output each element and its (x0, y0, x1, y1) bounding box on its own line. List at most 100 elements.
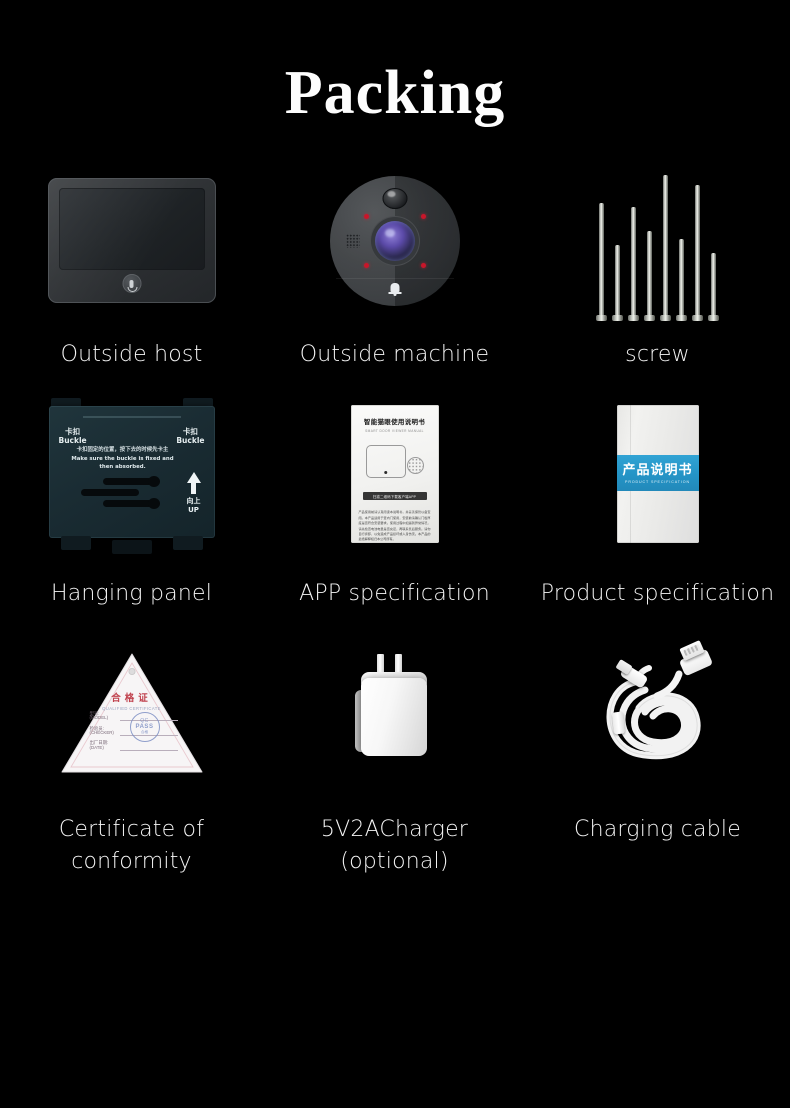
screw-head (612, 314, 623, 321)
page-title: Packing (284, 59, 506, 127)
hang-hole-icon (128, 667, 135, 675)
screw-icon (676, 238, 687, 321)
packing-row-1: Outside host Outside machine screw (0, 158, 790, 371)
adapter-body (360, 677, 427, 756)
packing-item-app-specification[interactable]: 智能猫眼使用说明书 SMART DOOR VIEWER MANUAL 扫描二维码… (263, 387, 526, 610)
charger-artwork (263, 628, 526, 798)
indoor-monitor-icon (47, 178, 216, 303)
camera-lens-icon (374, 220, 415, 261)
screw-icon (660, 174, 671, 321)
packing-row-2: 卡扣 Buckle 卡扣 Buckle 卡扣固定的位置，按下去的时候先卡主 Ma… (0, 387, 790, 610)
certificate-triangle-icon: 合格证 QUALIFIED CERTIFICATE 型号: (MODEL) 检验… (58, 650, 206, 776)
packing-item-screw[interactable]: screw (526, 158, 789, 371)
packing-items-grid: Outside host Outside machine screw 卡扣 Bu… (0, 158, 790, 878)
screw-icon (596, 202, 607, 321)
screw-icon (708, 252, 719, 321)
monitor-screen (58, 188, 205, 270)
item-label-charger: 5V2ACharger (optional) (320, 816, 469, 874)
bracket-tab (60, 536, 91, 551)
up-arrow-indicator: 向上 UP (186, 472, 201, 514)
packing-item-hanging-panel[interactable]: 卡扣 Buckle 卡扣 Buckle 卡扣固定的位置，按下去的时候先卡主 Ma… (0, 387, 263, 610)
item-label-screw: screw (625, 342, 690, 367)
outside-host-artwork (0, 158, 263, 323)
packing-item-outside-machine[interactable]: Outside machine (263, 158, 526, 371)
screw-head (644, 314, 655, 321)
screw-artwork (526, 158, 789, 323)
mounting-bracket-icon: 卡扣 Buckle 卡扣 Buckle 卡扣固定的位置，按下去的时候先卡主 Ma… (43, 398, 221, 555)
manual-title-en: PRODUCT SPECIFICATION (625, 479, 690, 484)
product-specification-artwork: 产品说明书 PRODUCT SPECIFICATION (526, 387, 789, 562)
qr-circle-icon (406, 457, 424, 475)
bracket-plate: 卡扣 Buckle 卡扣 Buckle 卡扣固定的位置，按下去的时候先卡主 Ma… (48, 406, 215, 539)
app-manual-title: 智能猫眼使用说明书 (363, 419, 426, 427)
outside-machine-artwork (263, 158, 526, 323)
bracket-tab (111, 540, 152, 555)
ir-led-icon (363, 213, 369, 219)
item-label-charging-cable: Charging cable (574, 816, 741, 842)
power-adapter-icon (347, 648, 443, 778)
app-manual-body: 产品使用前请认真阅读本说明书，并妥善保管以备查阅。本产品适用于室内门使用，安装前… (358, 510, 431, 542)
screw-icon (644, 230, 655, 321)
ir-led-icon (363, 262, 369, 268)
app-manual-subtitle: SMART DOOR VIEWER MANUAL (365, 429, 424, 434)
usb-cable-icon (583, 638, 733, 788)
app-manual-diagram (365, 445, 424, 481)
doorbell-camera-icon (329, 175, 460, 306)
product-manual-icon: 产品说明书 PRODUCT SPECIFICATION (616, 405, 699, 544)
manual-title-cn: 产品说明书 (622, 461, 693, 477)
screw-head (660, 314, 671, 321)
certificate-heading: 合格证 QUALIFIED CERTIFICATE (102, 692, 161, 711)
screw-shaft (599, 202, 604, 315)
bracket-top-rail (82, 416, 181, 419)
manual-title-band: 产品说明书 PRODUCT SPECIFICATION (616, 455, 699, 492)
cable-tie (611, 711, 625, 735)
screw-icon (612, 244, 623, 321)
screw-shaft (647, 230, 652, 315)
app-manual-icon: 智能猫眼使用说明书 SMART DOOR VIEWER MANUAL 扫描二维码… (350, 405, 439, 544)
screw-shaft (663, 174, 668, 315)
item-label-app-specification: APP specification (299, 580, 490, 606)
screw-head (676, 314, 687, 321)
packing-item-product-specification[interactable]: 产品说明书 PRODUCT SPECIFICATION Product spec… (526, 387, 789, 610)
screw-shaft (631, 206, 636, 315)
screws-icon (596, 161, 719, 321)
item-label-certificate: Certificate of conformity (58, 816, 205, 874)
item-label-outside-host: Outside host (60, 342, 203, 367)
speaker-grille-icon (345, 233, 360, 248)
item-label-product-specification: Product specification (540, 580, 775, 606)
ir-led-icon (420, 262, 426, 268)
screw-shaft (615, 244, 620, 315)
buckle-label-right: 卡扣 Buckle (176, 427, 205, 446)
doorbell-button-icon (386, 279, 403, 296)
item-label-hanging-panel: Hanging panel (50, 580, 213, 606)
screw-head (628, 314, 639, 321)
light-sensor-icon (382, 187, 407, 209)
bracket-tab (172, 536, 203, 551)
app-manual-banner: 扫描二维码下载客户端APP (362, 492, 427, 501)
device-outline-icon (365, 445, 406, 479)
screw-head (596, 314, 607, 321)
packing-item-charging-cable[interactable]: Charging cable (526, 628, 789, 878)
screw-shaft (679, 238, 684, 315)
packing-row-3: 合格证 QUALIFIED CERTIFICATE 型号: (MODEL) 检验… (0, 628, 790, 878)
arrow-up-icon (186, 472, 201, 484)
app-specification-artwork: 智能猫眼使用说明书 SMART DOOR VIEWER MANUAL 扫描二维码… (263, 387, 526, 562)
item-label-outside-machine: Outside machine (299, 342, 490, 367)
hanging-panel-artwork: 卡扣 Buckle 卡扣 Buckle 卡扣固定的位置，按下去的时候先卡主 Ma… (0, 387, 263, 562)
charging-cable-artwork (526, 628, 789, 798)
qc-pass-stamp-icon: QC PASS 合格 (129, 711, 160, 742)
screw-head (692, 314, 703, 321)
bracket-instruction-note: 卡扣固定的位置，按下去的时候先卡主 Make sure the buckle i… (71, 447, 174, 470)
screw-shaft (711, 252, 716, 315)
screw-icon (692, 184, 703, 321)
buckle-label-left: 卡扣 Buckle (58, 427, 87, 446)
microphone-button-icon (122, 274, 141, 293)
ir-led-icon (420, 213, 426, 219)
packing-item-charger[interactable]: 5V2ACharger (optional) (263, 628, 526, 878)
bracket-slots (80, 476, 163, 512)
screw-shaft (695, 184, 700, 315)
screw-head (708, 314, 719, 321)
certificate-artwork: 合格证 QUALIFIED CERTIFICATE 型号: (MODEL) 检验… (0, 628, 263, 798)
packing-item-outside-host[interactable]: Outside host (0, 158, 263, 371)
packing-item-certificate[interactable]: 合格证 QUALIFIED CERTIFICATE 型号: (MODEL) 检验… (0, 628, 263, 878)
